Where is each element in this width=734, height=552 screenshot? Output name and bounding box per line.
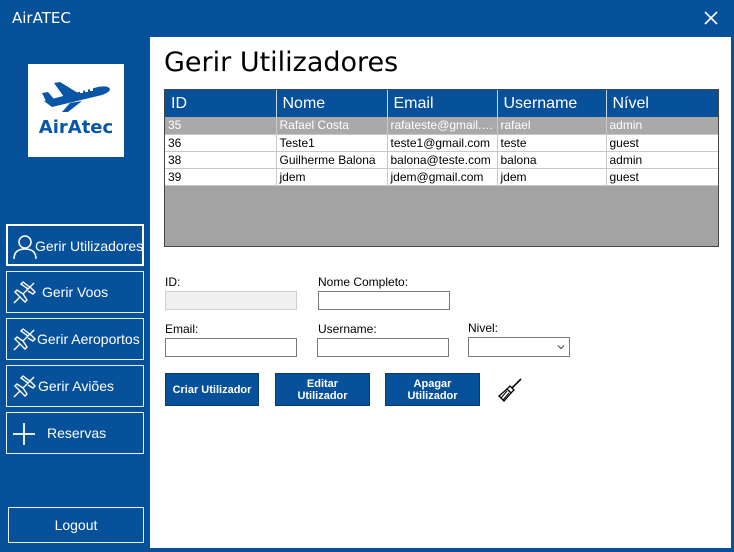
nivel-label: Nivel: <box>468 321 499 335</box>
sidebar-item-label: Gerir Voos <box>42 284 109 300</box>
cell-nome[interactable]: Guilherme Balona <box>276 151 388 169</box>
plane-icon <box>13 281 36 304</box>
close-button[interactable] <box>698 5 724 31</box>
airplane-logo-icon <box>42 82 110 112</box>
cell-username[interactable]: jdem <box>497 168 607 186</box>
cell-username[interactable]: balona <box>497 151 607 169</box>
cell-nome[interactable]: Rafael Costa <box>276 117 388 135</box>
cell-nivel[interactable]: admin <box>606 117 718 135</box>
sidebar-item-label: Gerir Aeroportos <box>37 331 140 347</box>
sidebar-item-reservas[interactable]: Reservas <box>6 412 144 454</box>
cell-username[interactable]: teste <box>497 134 607 152</box>
sidebar-item-label: Gerir Utilizadores <box>35 238 144 254</box>
page-title: Gerir Utilizadores <box>164 47 399 78</box>
nome-completo-label: Nome Completo: <box>318 275 409 289</box>
cell-email[interactable]: rafateste@gmail.com <box>387 117 498 135</box>
users-table[interactable]: ID Nome Email Username Nível 35 Rafael C… <box>164 89 719 247</box>
sidebar-item-gerir-voos[interactable]: Gerir Voos <box>6 271 144 313</box>
cell-nivel[interactable]: guest <box>606 134 718 152</box>
plus-icon <box>13 423 35 445</box>
id-field <box>165 291 297 310</box>
criar-utilizador-button[interactable]: Criar Utilizador <box>165 373 259 406</box>
nivel-select[interactable] <box>468 337 570 357</box>
column-header-id[interactable]: ID <box>165 90 277 117</box>
cell-nivel[interactable]: guest <box>606 168 718 186</box>
email-label: Email: <box>165 322 199 336</box>
cell-email[interactable]: balona@teste.com <box>387 151 498 169</box>
apagar-utilizador-button[interactable]: Apagar Utilizador <box>385 373 480 406</box>
logo: AirAtec <box>28 64 124 157</box>
chevron-down-icon <box>557 345 565 350</box>
cell-id[interactable]: 35 <box>165 117 277 135</box>
clear-form-button[interactable] <box>497 377 523 403</box>
cell-id[interactable]: 39 <box>165 168 277 186</box>
cell-nivel[interactable]: admin <box>606 151 718 169</box>
cell-id[interactable]: 38 <box>165 151 277 169</box>
close-icon <box>704 11 718 25</box>
sidebar-item-gerir-utilizadores[interactable]: Gerir Utilizadores <box>6 224 144 266</box>
sidebar-item-gerir-aeroportos[interactable]: Gerir Aeroportos <box>6 318 144 360</box>
plane-icon <box>13 375 36 398</box>
table-header-row: ID Nome Email Username Nível <box>165 90 718 117</box>
broom-icon <box>498 378 522 402</box>
column-header-email[interactable]: Email <box>387 90 498 117</box>
main-content: Gerir Utilizadores ID Nome Email Usernam… <box>150 37 731 548</box>
table-row[interactable]: 35 Rafael Costa rafateste@gmail.com rafa… <box>165 117 718 135</box>
editar-utilizador-button[interactable]: Editar Utilizador <box>275 373 370 406</box>
cell-email[interactable]: teste1@gmail.com <box>387 134 498 152</box>
id-label: ID: <box>165 275 181 289</box>
cell-id[interactable]: 36 <box>165 134 277 152</box>
column-header-nivel[interactable]: Nível <box>606 90 718 117</box>
column-header-username[interactable]: Username <box>497 90 607 117</box>
sidebar-item-label: Reservas <box>47 425 107 441</box>
sidebar-item-label: Gerir Aviões <box>38 378 114 394</box>
cell-nome[interactable]: Teste1 <box>276 134 388 152</box>
nome-completo-field[interactable] <box>318 291 450 310</box>
column-header-nome[interactable]: Nome <box>276 90 388 117</box>
logo-text: AirAtec <box>38 117 114 138</box>
username-field[interactable] <box>317 338 449 357</box>
sidebar: AirAtec Gerir Utilizadores Gerir Voos Ge… <box>0 37 150 552</box>
email-field[interactable] <box>165 338 297 357</box>
window-title: AirATEC <box>12 9 71 27</box>
username-label: Username: <box>318 322 377 336</box>
cell-nome[interactable]: jdem <box>276 168 388 186</box>
table-row[interactable]: 39 jdem jdem@gmail.com jdem guest <box>165 168 718 186</box>
sidebar-item-gerir-avioes[interactable]: Gerir Aviões <box>6 365 144 407</box>
title-bar: AirATEC <box>0 0 734 37</box>
cell-username[interactable]: rafael <box>497 117 607 135</box>
logout-button[interactable]: Logout <box>8 507 144 543</box>
table-row[interactable]: 36 Teste1 teste1@gmail.com teste guest <box>165 134 718 152</box>
plane-icon <box>13 328 36 351</box>
cell-email[interactable]: jdem@gmail.com <box>387 168 498 186</box>
table-row[interactable]: 38 Guilherme Balona balona@teste.com bal… <box>165 151 718 169</box>
